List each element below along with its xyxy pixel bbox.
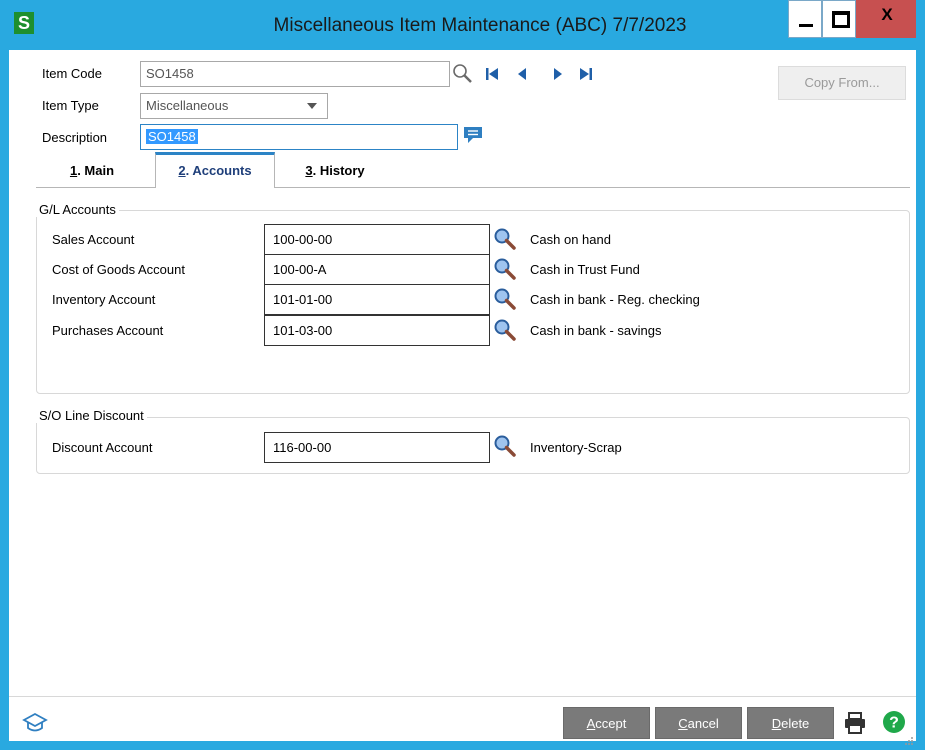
resize-grip-icon[interactable] <box>904 736 914 746</box>
app-logo-icon: S <box>14 12 34 34</box>
sales-account-desc: Cash on hand <box>530 232 611 247</box>
item-type-label: Item Type <box>42 98 99 113</box>
window-title: Miscellaneous Item Maintenance (ABC) 7/7… <box>273 15 687 36</box>
maximize-button[interactable] <box>822 0 856 38</box>
purchases-account-label: Purchases Account <box>52 323 164 338</box>
cancel-mnemonic: C <box>678 716 688 731</box>
close-button[interactable]: X <box>856 0 916 38</box>
gl-accounts-title: G/L Accounts <box>36 202 119 217</box>
discount-account-input[interactable]: 116-00-00 <box>264 432 490 463</box>
graduation-cap-icon[interactable] <box>22 712 48 734</box>
accept-mnemonic: A <box>586 716 596 731</box>
item-type-select[interactable]: Miscellaneous <box>140 93 328 119</box>
title-bar[interactable]: S Miscellaneous Item Maintenance (ABC) 7… <box>0 0 925 50</box>
svg-text:?: ? <box>889 715 899 732</box>
first-record-icon[interactable] <box>484 66 500 82</box>
tab-accounts-label: . Accounts <box>185 163 252 178</box>
purchases-account-input[interactable]: 101-03-00 <box>264 315 490 346</box>
tab-accounts[interactable]: 2. Accounts <box>155 152 275 188</box>
description-label: Description <box>42 130 108 145</box>
previous-record-icon[interactable] <box>514 66 530 82</box>
sales-account-label: Sales Account <box>52 232 135 247</box>
minimize-button[interactable] <box>788 0 822 38</box>
delete-button[interactable]: Delete <box>747 707 834 739</box>
tab-main-label: . Main <box>77 163 115 178</box>
cogs-account-lookup-icon[interactable] <box>493 257 517 281</box>
discount-account-label: Discount Account <box>52 440 153 455</box>
search-icon[interactable] <box>452 63 474 85</box>
cogs-account-label: Cost of Goods Account <box>52 262 185 277</box>
item-code-input[interactable]: SO1458 <box>140 61 450 87</box>
description-value: SO1458 <box>146 129 198 144</box>
purchases-account-desc: Cash in bank - savings <box>530 323 662 338</box>
cancel-button[interactable]: Cancel <box>655 707 742 739</box>
item-type-value: Miscellaneous <box>146 98 229 113</box>
accept-button[interactable]: Accept <box>563 707 650 739</box>
chevron-down-icon[interactable] <box>306 102 318 110</box>
tab-main[interactable]: 1. Main <box>42 156 142 186</box>
next-record-icon[interactable] <box>550 66 566 82</box>
accept-label: ccept <box>595 716 627 731</box>
so-line-discount-title: S/O Line Discount <box>36 408 147 423</box>
footer-divider <box>9 696 916 697</box>
sales-account-lookup-icon[interactable] <box>493 227 517 251</box>
delete-mnemonic: D <box>771 716 782 731</box>
inventory-account-label: Inventory Account <box>52 292 156 307</box>
tab-accounts-number: 2 <box>178 163 186 178</box>
copy-from-button[interactable]: Copy From... <box>778 66 906 100</box>
discount-account-desc: Inventory-Scrap <box>530 440 622 455</box>
inventory-account-input[interactable]: 101-01-00 <box>264 284 490 315</box>
help-icon[interactable]: ? <box>882 710 906 734</box>
discount-account-lookup-icon[interactable] <box>493 434 517 458</box>
printer-icon[interactable] <box>843 711 867 735</box>
tab-history-number: 3 <box>305 163 313 178</box>
sales-account-input[interactable]: 100-00-00 <box>264 224 490 255</box>
memo-icon[interactable] <box>462 124 484 146</box>
inventory-account-desc: Cash in bank - Reg. checking <box>530 292 700 307</box>
tab-history-label: . History <box>312 163 365 178</box>
tab-history[interactable]: 3. History <box>285 156 385 186</box>
item-code-label: Item Code <box>42 66 102 81</box>
close-label: X <box>881 5 893 24</box>
delete-label: elete <box>781 716 810 731</box>
inventory-account-lookup-icon[interactable] <box>493 287 517 311</box>
cogs-account-input[interactable]: 100-00-A <box>264 254 490 285</box>
cogs-account-desc: Cash in Trust Fund <box>530 262 640 277</box>
cancel-label: ancel <box>687 716 719 731</box>
last-record-icon[interactable] <box>578 66 594 82</box>
purchases-account-lookup-icon[interactable] <box>493 318 517 342</box>
description-input[interactable]: SO1458 <box>140 124 458 150</box>
